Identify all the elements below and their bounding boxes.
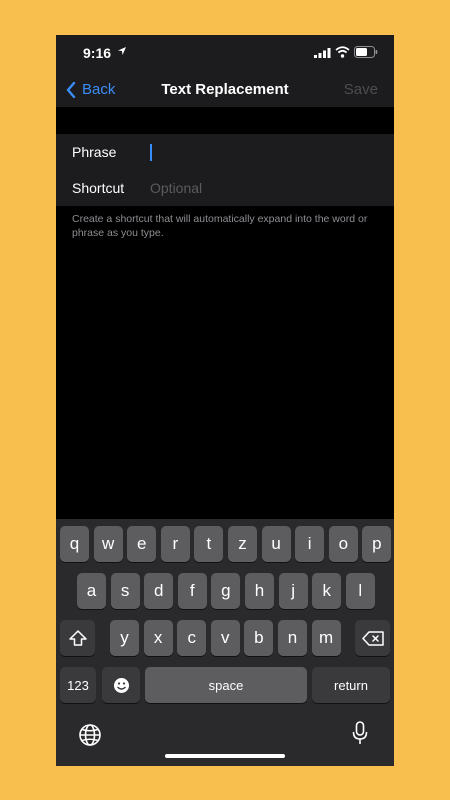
home-indicator xyxy=(165,754,285,758)
phone-screen: 9:16 Back Text Replacement Save Phrase S… xyxy=(56,35,394,766)
key-o[interactable]: o xyxy=(328,526,358,562)
section-spacer xyxy=(56,107,394,134)
shortcut-input[interactable]: Optional xyxy=(150,180,202,196)
status-bar: 9:16 xyxy=(56,35,394,73)
key-v[interactable]: v xyxy=(210,620,240,656)
cellular-signal-icon xyxy=(314,48,331,58)
key-a[interactable]: a xyxy=(77,573,106,609)
key-d[interactable]: d xyxy=(144,573,174,609)
key-i[interactable]: i xyxy=(295,526,325,562)
key-f[interactable]: f xyxy=(177,573,207,609)
key-n[interactable]: n xyxy=(278,620,307,656)
key-p[interactable]: p xyxy=(362,526,392,562)
phrase-row: Phrase xyxy=(56,134,394,170)
location-arrow-icon xyxy=(118,47,126,55)
microphone-icon[interactable] xyxy=(352,721,368,747)
key-z[interactable]: z xyxy=(228,526,257,562)
key-g[interactable]: g xyxy=(211,573,241,609)
numbers-key[interactable]: 123 xyxy=(60,667,96,703)
navigation-bar: Back Text Replacement Save xyxy=(56,73,394,107)
key-j[interactable]: j xyxy=(278,573,308,609)
key-x[interactable]: x xyxy=(143,620,173,656)
shortcut-label: Shortcut xyxy=(72,180,125,196)
delete-key[interactable] xyxy=(355,620,390,656)
phrase-input[interactable] xyxy=(150,143,380,163)
shift-key[interactable] xyxy=(60,620,95,656)
key-k[interactable]: k xyxy=(312,573,342,609)
shortcut-row: Shortcut Optional xyxy=(56,170,394,206)
key-y[interactable]: y xyxy=(110,620,139,656)
key-q[interactable]: q xyxy=(60,526,89,562)
key-b[interactable]: b xyxy=(244,620,274,656)
key-e[interactable]: e xyxy=(127,526,157,562)
key-h[interactable]: h xyxy=(245,573,274,609)
keyboard: qwertzuiop asdfghjkl yxcvbnm 123 space r… xyxy=(56,519,394,766)
emoji-icon xyxy=(113,677,129,693)
key-w[interactable]: w xyxy=(93,526,123,562)
save-button[interactable]: Save xyxy=(344,81,378,98)
key-r[interactable]: r xyxy=(160,526,190,562)
backspace-icon xyxy=(361,630,384,646)
phrase-label: Phrase xyxy=(72,144,117,160)
battery-icon xyxy=(354,46,378,58)
space-key[interactable]: space xyxy=(145,667,307,703)
globe-icon[interactable] xyxy=(78,723,102,747)
key-m[interactable]: m xyxy=(311,620,341,656)
key-c[interactable]: c xyxy=(177,620,207,656)
shift-icon xyxy=(68,630,87,646)
key-s[interactable]: s xyxy=(110,573,140,609)
key-u[interactable]: u xyxy=(261,526,291,562)
emoji-key[interactable] xyxy=(102,667,140,703)
wifi-icon xyxy=(335,46,350,58)
text-cursor xyxy=(150,144,152,161)
status-time: 9:16 xyxy=(83,45,112,61)
footer-note: Create a shortcut that will automaticall… xyxy=(72,213,368,239)
key-l[interactable]: l xyxy=(345,573,375,609)
return-key[interactable]: return xyxy=(312,667,390,703)
key-t[interactable]: t xyxy=(194,526,224,562)
